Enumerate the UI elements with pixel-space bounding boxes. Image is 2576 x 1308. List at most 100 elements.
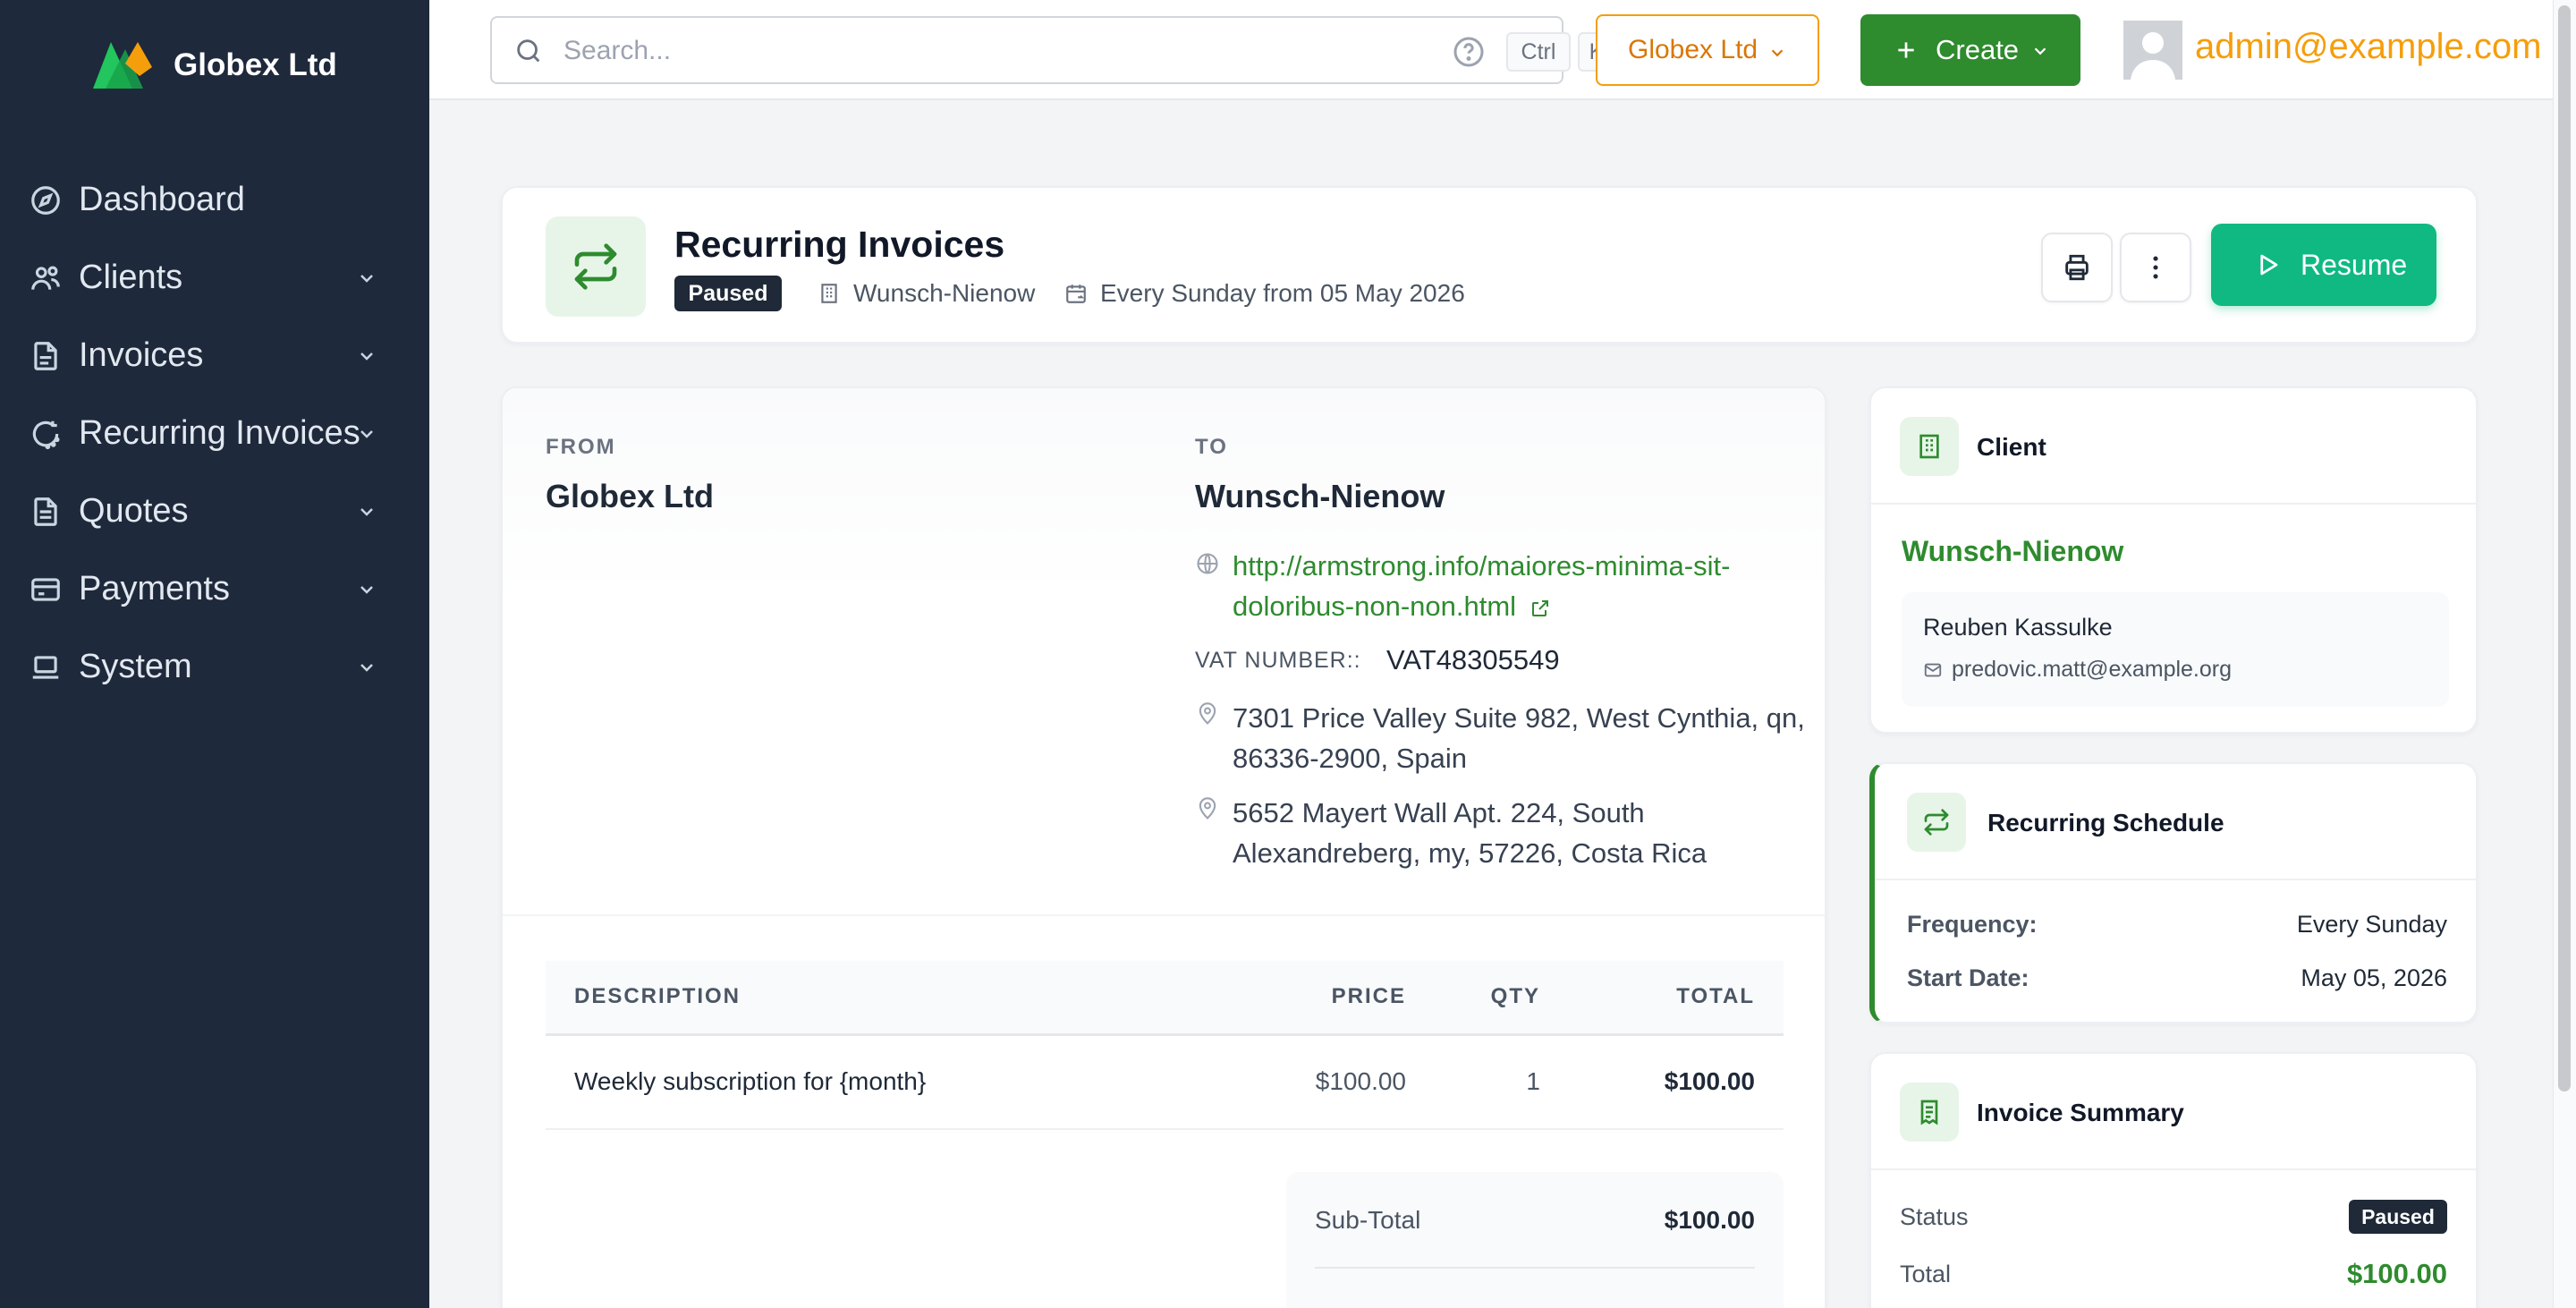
header-schedule-text: Every Sunday from 05 May 2026: [1100, 279, 1465, 307]
sidebar-item-dashboard[interactable]: Dashboard: [0, 161, 429, 239]
top-bar: Ctrl K Globex Ltd Create admin@example.c…: [429, 0, 2553, 100]
chevron-down-icon: [356, 657, 377, 678]
client-website-link[interactable]: http://armstrong.info/maiores-minima-sit…: [1233, 546, 1805, 626]
brand[interactable]: Globex Ltd: [86, 34, 337, 97]
client-name-link[interactable]: Wunsch-Nienow: [1902, 535, 2123, 568]
search-icon: [513, 36, 544, 66]
sidebar-item-clients[interactable]: Clients: [0, 239, 429, 317]
contact-name: Reuben Kassulke: [1923, 614, 2113, 641]
chevron-down-icon: [356, 501, 377, 522]
shipping-address: 5652 Mayert Wall Apt. 224, South Alexand…: [1233, 797, 1707, 869]
sidebar-item-payments[interactable]: Payments: [0, 550, 429, 628]
sidebar-item-system[interactable]: System: [0, 628, 429, 706]
line-items-table: DESCRIPTION PRICE QTY TOTAL Weekly subsc…: [546, 961, 1784, 1130]
status-badge: Paused: [2349, 1200, 2447, 1234]
frequency-value: Every Sunday: [2296, 911, 2447, 938]
column-header-qty: QTY: [1435, 961, 1569, 1036]
summary-total-value: $100.00: [2346, 1258, 2447, 1289]
page-title: Recurring Invoices: [674, 224, 1005, 265]
to-label: TO: [1195, 435, 1228, 459]
summary-status-label: Status: [1900, 1202, 1969, 1230]
column-header-total: TOTAL: [1569, 961, 1784, 1036]
line-item-description: Weekly subscription for {month}: [546, 1034, 1229, 1130]
sidebar-item-label: Dashboard: [79, 181, 245, 218]
building-icon: [818, 282, 841, 305]
file-text-icon: [29, 339, 63, 373]
help-circle-icon[interactable]: [1451, 34, 1487, 70]
to-client-name: Wunsch-Nienow: [1195, 478, 1445, 514]
primary-contact: Reuben Kassulke predovic.matt@example.or…: [1902, 592, 2449, 707]
repeat-icon: [546, 217, 646, 317]
resume-button[interactable]: Resume: [2211, 224, 2436, 306]
start-date-row: Start Date: May 05, 2026: [1907, 964, 2447, 992]
summary-status-row: Status Paused: [1900, 1197, 2447, 1236]
contact-email-row: predovic.matt@example.org: [1923, 657, 2232, 683]
calendar-repeat-icon: [1064, 282, 1088, 305]
table-row: Weekly subscription for {month} $100.00 …: [546, 1034, 1784, 1130]
receipt-icon: [1900, 1083, 1959, 1142]
sidebar-item-quotes[interactable]: Quotes: [0, 472, 429, 550]
print-button[interactable]: [2041, 233, 2113, 302]
subtotal-label: Sub-Total: [1315, 1206, 1421, 1234]
resume-button-label: Resume: [2301, 248, 2408, 281]
table-header-row: DESCRIPTION PRICE QTY TOTAL: [546, 961, 1784, 1036]
contact-email[interactable]: predovic.matt@example.org: [1952, 657, 2232, 683]
summary-total-label: Total: [1900, 1260, 1952, 1287]
summary-card-title: Invoice Summary: [1977, 1099, 2184, 1126]
start-date-value: May 05, 2026: [2301, 964, 2447, 991]
divider: [1871, 503, 2476, 505]
more-options-button[interactable]: [2120, 233, 2191, 302]
chevron-down-icon: [1767, 43, 1787, 63]
client-card: Client Wunsch-Nienow Reuben Kassulke pre…: [1869, 386, 2478, 734]
shortcut-ctrl-key: Ctrl: [1506, 32, 1571, 72]
invoice-summary-card: Invoice Summary Status Paused Total $100…: [1869, 1052, 2478, 1308]
printer-icon: [2062, 252, 2092, 283]
laptop-icon: [29, 650, 63, 684]
refresh-dotted-icon: [29, 417, 63, 451]
sidebar-item-label: Payments: [79, 570, 230, 607]
line-item-price: $100.00: [1229, 1034, 1435, 1130]
subtotal-row: Sub-Total $100.00: [1315, 1206, 1755, 1269]
client-card-title: Client: [1977, 433, 2046, 461]
external-link-icon: [1530, 598, 1551, 619]
company-switcher-label: Globex Ltd: [1628, 35, 1758, 64]
search-input[interactable]: [564, 30, 1243, 72]
sidebar-item-invoices[interactable]: Invoices: [0, 317, 429, 395]
mail-icon: [1923, 660, 1943, 680]
client-website-text: http://armstrong.info/maiores-minima-sit…: [1233, 550, 1731, 622]
chevron-down-icon: [2030, 41, 2050, 61]
page-header-card: Recurring Invoices Paused Wunsch-Nienow …: [501, 186, 2478, 344]
company-switcher-button[interactable]: Globex Ltd: [1596, 14, 1819, 86]
compass-icon: [29, 183, 63, 217]
totals-box: Sub-Total $100.00: [1286, 1172, 1784, 1308]
frequency-row: Frequency: Every Sunday: [1907, 911, 2447, 939]
avatar[interactable]: [2123, 21, 2182, 80]
sidebar-item-label: Clients: [79, 259, 183, 296]
line-item-qty: 1: [1435, 1034, 1569, 1130]
sidebar-item-recurring-invoices[interactable]: Recurring Invoices: [0, 395, 429, 472]
from-company-name: Globex Ltd: [546, 478, 714, 514]
header-schedule-meta: Every Sunday from 05 May 2026: [1064, 279, 1465, 308]
billing-address: 7301 Price Valley Suite 982, West Cynthi…: [1233, 702, 1805, 774]
divider: [1871, 1168, 2476, 1170]
sidebar-item-label: System: [79, 648, 192, 685]
map-pin-icon: [1195, 701, 1220, 726]
column-header-price: PRICE: [1229, 961, 1435, 1036]
search-box[interactable]: Ctrl K: [490, 16, 1615, 84]
user-email-link[interactable]: admin@example.com: [2195, 27, 2541, 67]
start-date-label: Start Date:: [1907, 964, 2029, 991]
chevron-down-icon: [356, 345, 377, 367]
map-pin-icon: [1195, 796, 1220, 821]
sidebar-item-label: Invoices: [79, 336, 204, 374]
create-button[interactable]: Create: [1860, 14, 2080, 86]
chevron-down-icon: [356, 579, 377, 600]
more-vertical-icon: [2140, 252, 2171, 283]
subtotal-value: $100.00: [1664, 1206, 1755, 1234]
globe-icon: [1195, 551, 1220, 576]
column-header-description: DESCRIPTION: [546, 961, 1229, 1036]
header-client-name: Wunsch-Nienow: [853, 279, 1036, 307]
repeat-icon: [1907, 793, 1966, 852]
sidebar-item-label: Recurring Invoices: [79, 414, 360, 452]
header-client-meta: Wunsch-Nienow: [818, 279, 1035, 308]
page-scrollbar-thumb[interactable]: [2558, 5, 2571, 1091]
